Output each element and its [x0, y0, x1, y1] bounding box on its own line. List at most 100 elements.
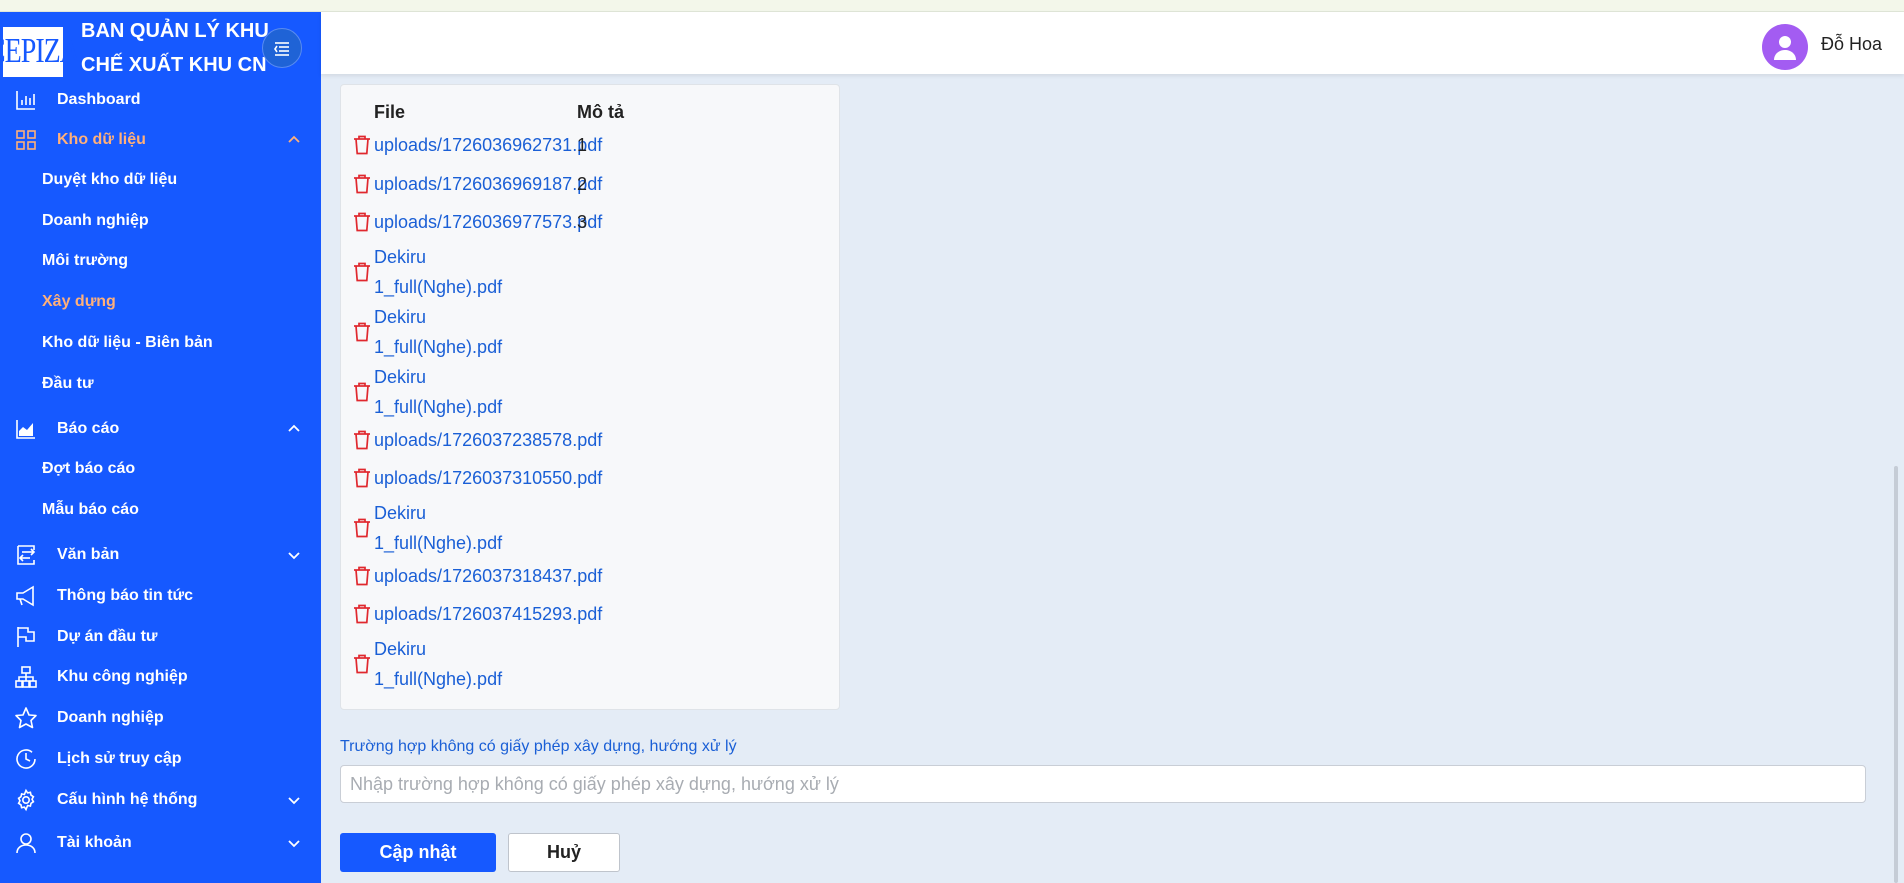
area-chart-icon — [14, 417, 38, 441]
sidebar-item-label: Dashboard — [57, 91, 141, 108]
sidebar-item-label: Cấu hình hệ thống — [57, 791, 198, 808]
file-link[interactable]: Dekiru 1_full(Nghe).pdf — [374, 302, 524, 362]
trash-icon[interactable] — [353, 174, 371, 194]
brand-title-line2: CHẾ XUẤT KHU CN — [81, 54, 267, 76]
trash-icon[interactable] — [353, 654, 371, 674]
file-link[interactable]: uploads/1726037238578.pdf — [374, 425, 624, 455]
cancel-button[interactable]: Huỷ — [508, 833, 620, 872]
sidebar-subitem-label: Môi trường — [42, 252, 129, 269]
sidebar-toggle-button[interactable] — [262, 28, 302, 68]
transfer-icon — [14, 543, 38, 567]
column-header-file: File — [374, 102, 406, 122]
avatar[interactable] — [1762, 24, 1808, 70]
sidebar-subitem-dot-bao-cao[interactable]: Đợt báo cáo — [0, 452, 321, 486]
file-link[interactable]: Dekiru 1_full(Nghe).pdf — [374, 634, 524, 694]
sidebar-item-khu-cong-nghiep[interactable]: Khu công nghiệp — [0, 659, 321, 695]
sidebar-subitem-xay-dung[interactable]: Xây dựng — [0, 285, 321, 319]
grid-icon — [14, 128, 38, 152]
star-icon — [14, 706, 38, 730]
file-list-card: File Mô tả uploads/1726036962731.pdf 1 u… — [340, 84, 840, 710]
trash-icon[interactable] — [353, 135, 371, 155]
chevron-up-icon — [288, 424, 300, 432]
file-description: 1 — [577, 135, 588, 155]
sidebar-item-du-an[interactable]: Dự án đầu tư — [0, 619, 321, 655]
sidebar-item-label: Dự án đầu tư — [57, 628, 158, 645]
file-link[interactable]: Dekiru 1_full(Nghe).pdf — [374, 362, 524, 422]
file-description: 3 — [577, 212, 588, 232]
no-permit-handling-input[interactable] — [340, 765, 1866, 803]
sidebar-subitem-bien-ban[interactable]: Kho dữ liệu - Biên bản — [0, 326, 321, 360]
sidebar-subitem-mau-bao-cao[interactable]: Mẫu báo cáo — [0, 493, 321, 527]
sidebar-item-cau-hinh[interactable]: Cấu hình hệ thống — [0, 782, 321, 818]
sidebar-subitem-label: Kho dữ liệu - Biên bản — [42, 334, 213, 351]
gear-icon — [14, 788, 38, 812]
brand-title: BAN QUẢN LÝ KHU CHẾ XUẤT KHU CN — [81, 14, 271, 82]
sidebar-subitem-label: Đợt báo cáo — [42, 460, 136, 477]
sidebar-item-tai-khoan[interactable]: Tài khoản — [0, 825, 321, 861]
sidebar-item-kho-du-lieu[interactable]: Kho dữ liệu — [0, 122, 321, 158]
file-link[interactable]: uploads/1726037415293.pdf — [374, 599, 624, 629]
trash-icon[interactable] — [353, 518, 371, 538]
sidebar: CEPIZA BAN QUẢN LÝ KHU CHẾ XUẤT KHU CN D… — [0, 12, 321, 883]
top-header: Đỗ Hoa — [321, 12, 1904, 74]
user-name[interactable]: Đỗ Hoa — [1821, 34, 1882, 55]
sidebar-item-thong-bao[interactable]: Thông báo tin tức — [0, 578, 321, 614]
logo-text: CEPIZA — [0, 32, 80, 71]
sidebar-item-doanh-nghiep[interactable]: Doanh nghiệp — [0, 700, 321, 736]
chevron-up-icon — [288, 135, 300, 143]
brand: CEPIZA BAN QUẢN LÝ KHU CHẾ XUẤT KHU CN — [0, 12, 321, 82]
sidebar-item-label: Tài khoản — [57, 834, 132, 851]
menu-fold-icon — [274, 42, 289, 56]
sidebar-item-label: Doanh nghiệp — [57, 709, 164, 726]
sidebar-subitem-moi-truong[interactable]: Môi trường — [0, 244, 321, 278]
sidebar-item-dashboard[interactable]: Dashboard — [0, 82, 321, 118]
user-avatar-icon — [1774, 36, 1796, 60]
trash-icon[interactable] — [353, 604, 371, 624]
sidebar-item-label: Kho dữ liệu — [57, 131, 146, 148]
user-icon — [14, 831, 38, 855]
sidebar-subitem-label: Xây dựng — [42, 293, 116, 310]
sidebar-item-lich-su[interactable]: Lịch sử truy cập — [0, 741, 321, 777]
file-link[interactable]: uploads/1726037318437.pdf — [374, 561, 624, 591]
trash-icon[interactable] — [353, 212, 371, 232]
trash-icon[interactable] — [353, 382, 371, 402]
trash-icon[interactable] — [353, 430, 371, 450]
column-header-description: Mô tả — [577, 102, 624, 122]
file-link[interactable]: uploads/1726037310550.pdf — [374, 463, 624, 493]
chevron-down-icon — [288, 797, 300, 805]
sidebar-subitem-duyet-kho[interactable]: Duyệt kho dữ liệu — [0, 163, 321, 197]
megaphone-icon — [14, 584, 38, 608]
sidebar-subitem-label: Duyệt kho dữ liệu — [42, 171, 178, 188]
sidebar-item-van-ban[interactable]: Văn bản — [0, 537, 321, 573]
sidebar-subitem-dau-tu[interactable]: Đầu tư — [0, 367, 321, 401]
sidebar-item-label: Văn bản — [57, 546, 120, 563]
scrollbar[interactable] — [1894, 466, 1898, 883]
flag-icon — [14, 625, 38, 649]
file-description: 2 — [577, 174, 588, 194]
file-link[interactable]: Dekiru 1_full(Nghe).pdf — [374, 498, 524, 558]
sidebar-item-label: Khu công nghiệp — [57, 668, 188, 685]
sidebar-item-label: Báo cáo — [57, 420, 120, 437]
sidebar-subitem-label: Doanh nghiệp — [42, 212, 149, 229]
trash-icon[interactable] — [353, 262, 371, 282]
field-label: Trường hợp không có giấy phép xây dựng, … — [340, 738, 737, 755]
trash-icon[interactable] — [353, 566, 371, 586]
cluster-icon — [14, 665, 38, 689]
sidebar-item-label: Thông báo tin tức — [57, 587, 194, 604]
sidebar-item-label: Lịch sử truy cập — [57, 750, 182, 767]
trash-icon[interactable] — [353, 322, 371, 342]
chevron-down-icon — [288, 840, 300, 848]
trash-icon[interactable] — [353, 468, 371, 488]
update-button[interactable]: Cập nhật — [340, 833, 496, 872]
browser-strip — [0, 0, 1904, 12]
sidebar-subitem-label: Mẫu báo cáo — [42, 501, 139, 518]
sidebar-item-bao-cao[interactable]: Báo cáo — [0, 411, 321, 447]
file-link[interactable]: Dekiru 1_full(Nghe).pdf — [374, 242, 524, 302]
brand-title-line1: BAN QUẢN LÝ KHU — [81, 20, 269, 42]
logo[interactable]: CEPIZA — [0, 27, 80, 77]
clock-icon — [14, 747, 38, 771]
sidebar-subitem-doanh-nghiep[interactable]: Doanh nghiệp — [0, 204, 321, 238]
sidebar-subitem-label: Đầu tư — [42, 375, 94, 392]
chart-bar-icon — [14, 88, 38, 112]
chevron-down-icon — [288, 552, 300, 560]
